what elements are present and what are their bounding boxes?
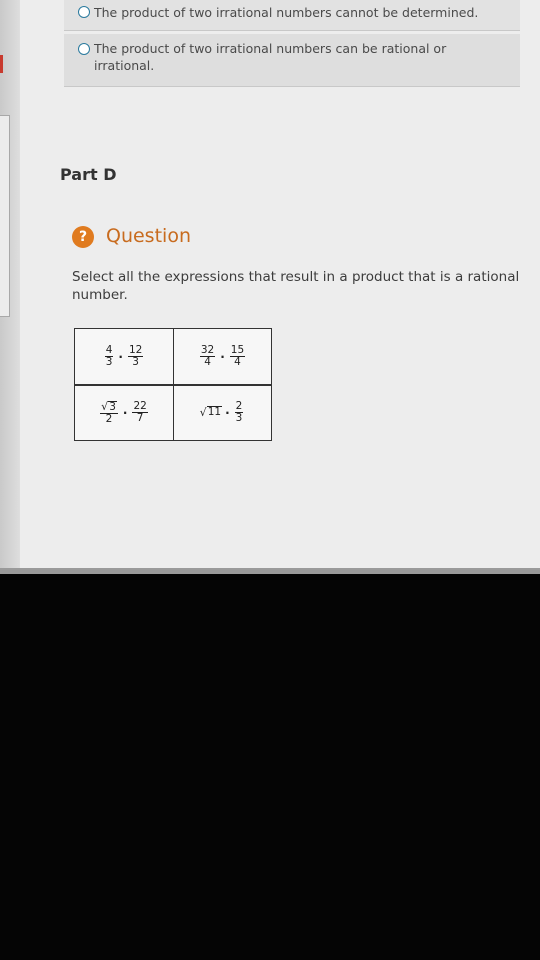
radio-button[interactable] (78, 43, 90, 55)
monitor-bezel-edge (0, 568, 540, 574)
multiply-dot: · (122, 405, 128, 420)
question-mark-icon: ? (72, 226, 94, 248)
numerator: √ 3 (100, 399, 118, 414)
multiply-dot: · (220, 349, 225, 364)
expression-choice-1[interactable]: 4 3 · 12 3 (75, 329, 173, 384)
left-panel-edge (0, 0, 20, 572)
multiply-dot: · (118, 349, 123, 364)
fraction: 15 4 (229, 345, 246, 368)
multiply-dot: · (225, 405, 230, 420)
expression-choice-2[interactable]: 32 4 · 15 4 (174, 329, 271, 384)
left-edge-marker (0, 55, 3, 73)
question-heading: Question (106, 225, 191, 247)
expression-choice-4[interactable]: √ 11 · 2 3 (174, 385, 271, 440)
fraction: 32 4 (199, 345, 216, 368)
denominator: 3 (132, 356, 139, 368)
browser-screen: The product of two irrational numbers ca… (0, 0, 540, 572)
question-prompt: Select all the expressions that result i… (72, 269, 520, 303)
denominator: 4 (204, 356, 211, 368)
left-panel-notch (0, 115, 10, 317)
fraction: 4 3 (104, 345, 114, 368)
expression-choice-3[interactable]: √ 3 2 · 22 7 (75, 385, 173, 440)
radical-sign: √ (101, 399, 109, 413)
fraction: 12 3 (127, 345, 144, 368)
fraction: 22 7 (132, 401, 148, 424)
part-title: Part D (60, 165, 117, 184)
answer-option-label: The product of two irrational numbers ca… (94, 5, 479, 20)
denominator: 2 (105, 412, 113, 425)
answer-option-2[interactable]: The product of two irrational numbers ca… (64, 34, 520, 87)
fraction: 2 3 (234, 401, 244, 424)
denominator: 7 (136, 412, 144, 424)
radicand: 11 (206, 406, 223, 418)
expression-grid: 4 3 · 12 3 32 4 · 15 4 √ 3 2 · 22 7 √ 11… (74, 328, 272, 441)
answer-option-label: The product of two irrational numbers ca… (94, 41, 447, 73)
denominator: 4 (234, 356, 241, 368)
radio-button[interactable] (78, 6, 90, 18)
radicand: 3 (108, 400, 117, 413)
denominator: 3 (105, 356, 113, 368)
fraction: √ 3 2 (100, 399, 118, 425)
square-root: √ 11 (199, 406, 223, 419)
radical-sign: √ (199, 406, 207, 419)
answer-option-1[interactable]: The product of two irrational numbers ca… (64, 0, 520, 31)
denominator: 3 (235, 412, 243, 424)
